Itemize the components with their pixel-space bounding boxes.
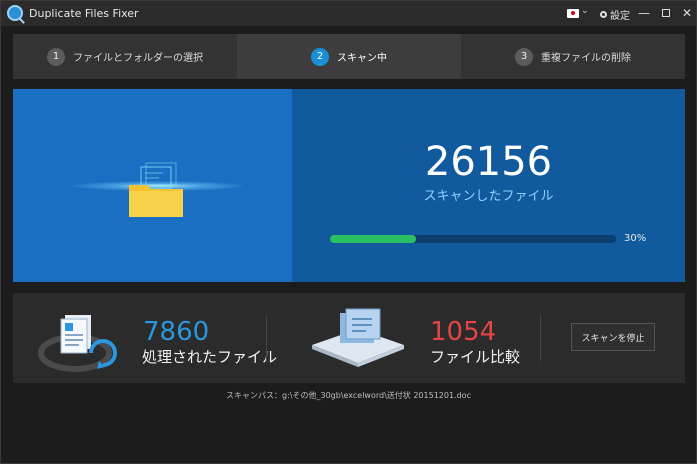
processed-files-icon	[38, 315, 117, 372]
app-window: Duplicate Files Fixer ⌄ 設定 — ✕ 1 ファイルとフォ…	[0, 0, 697, 464]
settings-button[interactable]: 設定	[600, 7, 630, 22]
compare-files-icon	[312, 308, 404, 367]
processed-count: 7860	[143, 317, 210, 347]
chevron-down-icon[interactable]: ⌄	[581, 6, 589, 16]
step-label: スキャン中	[337, 53, 387, 64]
scan-illustration	[13, 89, 292, 282]
step-indicator: 1 ファイルとフォルダーの選択 2 スキャン中 3 重複ファイルの削除	[13, 34, 685, 79]
stats-divider	[266, 315, 267, 361]
step-number: 1	[47, 47, 65, 66]
scan-progress-panel: 26156 スキャンしたファイル 30%	[13, 89, 685, 282]
files-scanned-count: 26156	[424, 139, 553, 185]
scan-path: スキャンパス：g:\その他_30gb\excelword\送付状 2015120…	[226, 391, 471, 400]
close-icon: ✕	[681, 6, 693, 20]
minimize-icon: —	[638, 6, 650, 20]
step-scanning: 2 スキャン中	[237, 34, 461, 79]
compared-count: 1054	[430, 317, 497, 347]
folder-scan-icon	[129, 162, 183, 217]
step-select-files: 1 ファイルとフォルダーの選択	[13, 34, 237, 79]
app-title: Duplicate Files Fixer	[29, 7, 139, 20]
scan-progress-percent: 30%	[624, 233, 647, 244]
stop-scan-button[interactable]: スキャンを停止	[571, 323, 655, 351]
japan-flag-icon[interactable]	[567, 9, 579, 18]
gear-icon	[600, 11, 607, 18]
step-number: 3	[515, 47, 533, 66]
scan-stats: 26156 スキャンしたファイル 30%	[292, 89, 685, 282]
maximize-button[interactable]	[656, 3, 676, 23]
compared-label: ファイル比較	[430, 348, 521, 366]
scan-progress-fill	[330, 235, 416, 243]
files-scanned-label: スキャンしたファイル	[423, 189, 554, 204]
settings-label: 設定	[610, 11, 630, 22]
maximize-icon	[662, 9, 670, 17]
step-delete-duplicates: 3 重複ファイルの削除	[461, 34, 685, 79]
processed-label: 処理されたファイル	[142, 348, 278, 366]
step-number: 2	[311, 47, 329, 66]
app-logo-icon	[7, 5, 23, 21]
stats-divider	[540, 315, 541, 361]
minimize-button[interactable]: —	[634, 3, 654, 23]
title-bar: Duplicate Files Fixer ⌄ 設定 — ✕	[1, 1, 696, 26]
step-label: 重複ファイルの削除	[541, 53, 631, 64]
close-button[interactable]: ✕	[677, 3, 697, 23]
scan-progress-bar	[330, 235, 616, 243]
step-label: ファイルとフォルダーの選択	[73, 53, 203, 64]
stats-panel: 7860 処理されたファイル 1054 ファイル比較 スキャンを停止	[13, 293, 685, 383]
